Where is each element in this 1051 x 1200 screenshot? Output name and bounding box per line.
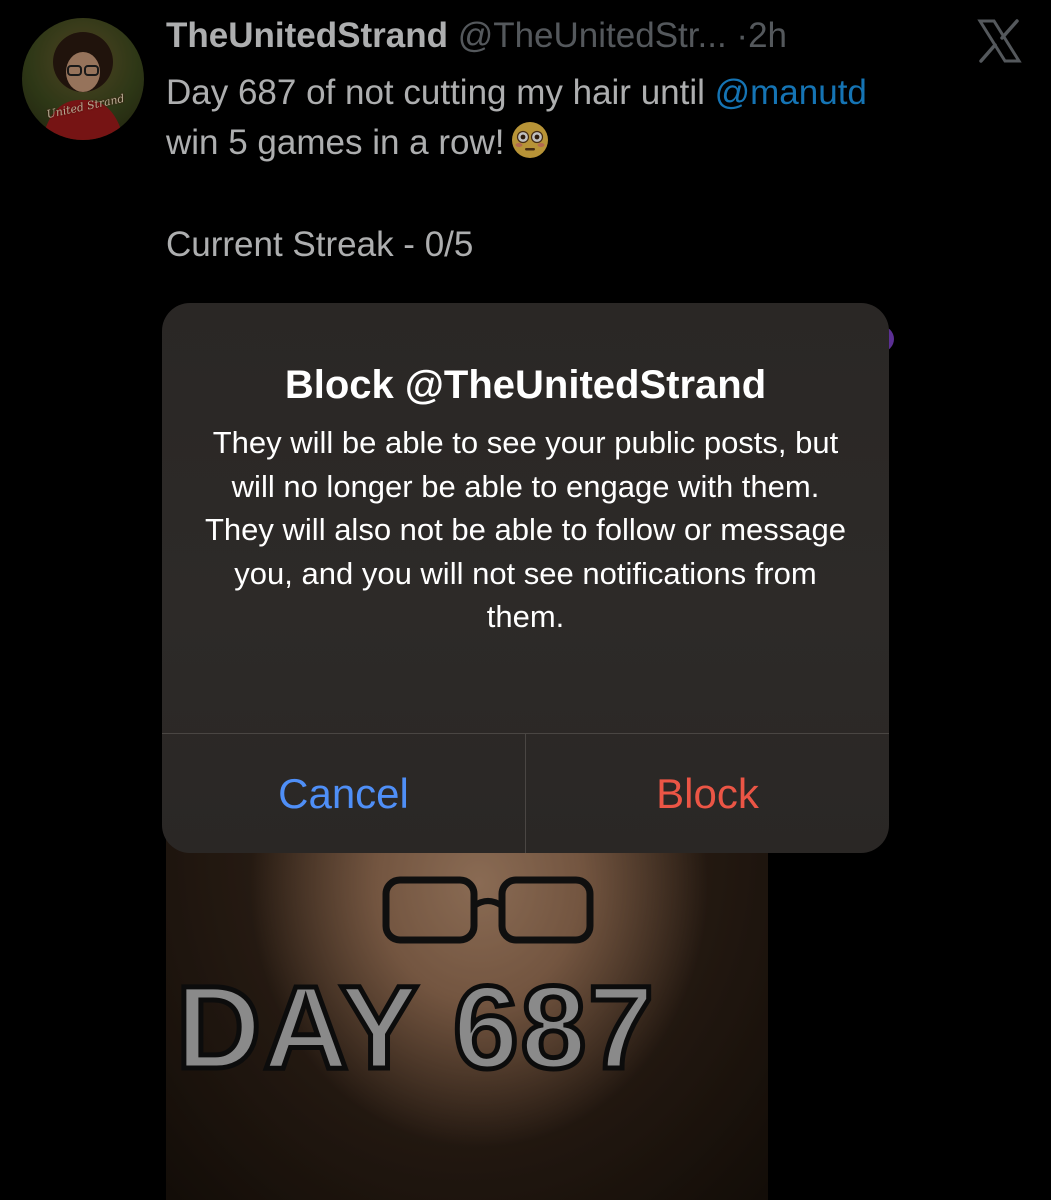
screen: United Strand TheUnitedStrand @TheUnited…: [0, 0, 1051, 1200]
block-alert-dialog: Block @TheUnitedStrand They will be able…: [162, 303, 889, 853]
alert-title: Block @TheUnitedStrand: [284, 363, 767, 407]
block-button[interactable]: Block: [526, 734, 889, 853]
alert-message: They will be able to see your public pos…: [205, 425, 846, 634]
cancel-button[interactable]: Cancel: [162, 734, 525, 853]
